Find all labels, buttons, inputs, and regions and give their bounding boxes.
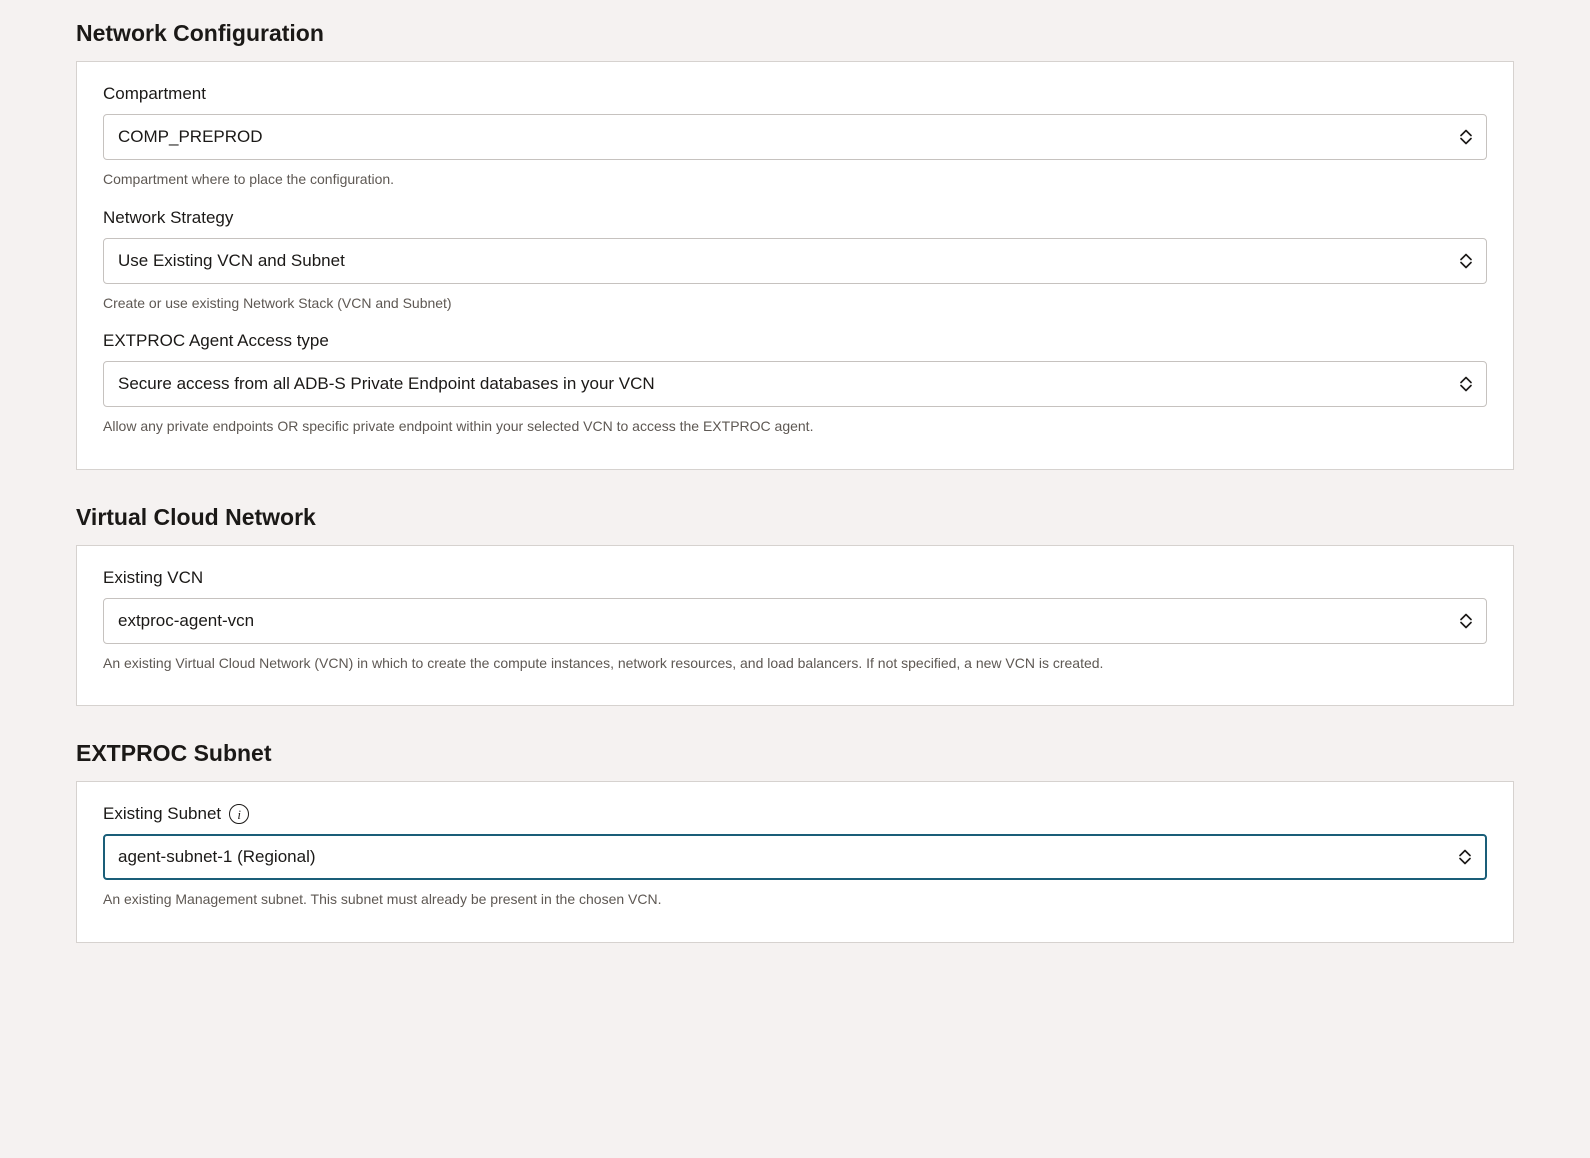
existing-vcn-select[interactable]: extproc-agent-vcn <box>103 598 1487 644</box>
subnet-panel: Existing Subnet i agent-subnet-1 (Region… <box>76 781 1514 943</box>
chevron-updown-icon <box>1460 130 1472 145</box>
existing-vcn-label: Existing VCN <box>103 568 1487 588</box>
chevron-updown-icon <box>1459 850 1471 865</box>
network-strategy-helper: Create or use existing Network Stack (VC… <box>103 294 1487 314</box>
chevron-updown-icon <box>1460 253 1472 268</box>
compartment-field: Compartment COMP_PREPROD Compartment whe… <box>103 84 1487 190</box>
chevron-updown-icon <box>1460 613 1472 628</box>
existing-vcn-value: extproc-agent-vcn <box>118 611 254 631</box>
vcn-title: Virtual Cloud Network <box>76 504 1514 531</box>
network-config-title: Network Configuration <box>76 20 1514 47</box>
existing-subnet-label: Existing Subnet i <box>103 804 1487 824</box>
existing-subnet-field: Existing Subnet i agent-subnet-1 (Region… <box>103 804 1487 910</box>
access-type-select[interactable]: Secure access from all ADB-S Private End… <box>103 361 1487 407</box>
existing-vcn-field: Existing VCN extproc-agent-vcn An existi… <box>103 568 1487 674</box>
existing-vcn-helper: An existing Virtual Cloud Network (VCN) … <box>103 654 1487 674</box>
compartment-label: Compartment <box>103 84 1487 104</box>
compartment-select[interactable]: COMP_PREPROD <box>103 114 1487 160</box>
info-icon[interactable]: i <box>229 804 249 824</box>
compartment-value: COMP_PREPROD <box>118 127 263 147</box>
existing-subnet-label-text: Existing Subnet <box>103 804 221 824</box>
existing-subnet-value: agent-subnet-1 (Regional) <box>118 847 316 867</box>
access-type-label: EXTPROC Agent Access type <box>103 331 1487 351</box>
access-type-field: EXTPROC Agent Access type Secure access … <box>103 331 1487 437</box>
access-type-value: Secure access from all ADB-S Private End… <box>118 374 655 394</box>
existing-subnet-helper: An existing Management subnet. This subn… <box>103 890 1487 910</box>
existing-subnet-select[interactable]: agent-subnet-1 (Regional) <box>103 834 1487 880</box>
access-type-helper: Allow any private endpoints OR specific … <box>103 417 1487 437</box>
compartment-helper: Compartment where to place the configura… <box>103 170 1487 190</box>
network-strategy-label: Network Strategy <box>103 208 1487 228</box>
vcn-panel: Existing VCN extproc-agent-vcn An existi… <box>76 545 1514 707</box>
network-strategy-value: Use Existing VCN and Subnet <box>118 251 345 271</box>
subnet-title: EXTPROC Subnet <box>76 740 1514 767</box>
network-strategy-field: Network Strategy Use Existing VCN and Su… <box>103 208 1487 314</box>
network-strategy-select[interactable]: Use Existing VCN and Subnet <box>103 238 1487 284</box>
network-config-panel: Compartment COMP_PREPROD Compartment whe… <box>76 61 1514 470</box>
chevron-updown-icon <box>1460 377 1472 392</box>
